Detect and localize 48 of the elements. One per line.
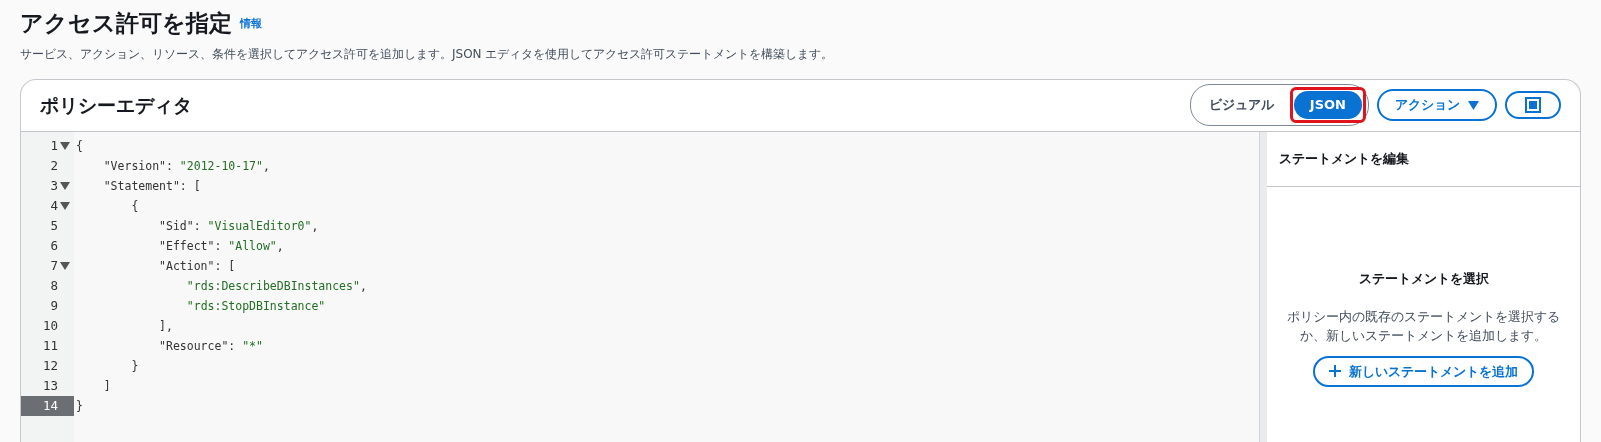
- fold-toggle-icon[interactable]: [60, 201, 70, 210]
- fold-toggle-icon[interactable]: [60, 181, 70, 190]
- line-number: 7: [50, 256, 58, 275]
- code-line: }: [76, 398, 83, 413]
- mode-toggle-button[interactable]: ビジュアル: [1192, 91, 1290, 119]
- line-number: 13: [42, 376, 58, 395]
- editor-title: ポリシーエディタ: [40, 93, 192, 117]
- line-number: 1: [50, 136, 58, 155]
- code-line: "Action": [: [158, 258, 236, 273]
- line-number: 8: [50, 276, 58, 295]
- code-editor[interactable]: { "Version": "2012-10-17", "Statement": [ { "Sid": "VisualEditor0", "Effect": "Allow", "Action": [ "rds:DescribeDBInstances", "rds:StopDBInstance" ], "Resource": "*" } ] }: [74, 131, 1259, 442]
- empty-state-title: ステートメントを選択: [1357, 270, 1490, 287]
- code-line: "Statement": [: [102, 178, 201, 193]
- panel-title: ステートメントを編集: [1279, 149, 1409, 168]
- actions-dropdown-button[interactable]: アクション: [1377, 89, 1497, 121]
- code-line: ]: [102, 378, 111, 393]
- line-number: 2: [50, 156, 58, 175]
- fullscreen-icon: [1525, 97, 1541, 114]
- code-line: {: [76, 138, 83, 153]
- line-number: 9: [50, 296, 58, 315]
- fold-toggle-icon[interactable]: [60, 141, 70, 150]
- fold-toggle-icon[interactable]: [60, 261, 70, 270]
- line-number: 3: [50, 176, 58, 195]
- plus-icon: [1329, 365, 1341, 378]
- line-number: 10: [42, 316, 58, 335]
- page-title: アクセス許可を指定: [20, 10, 232, 38]
- info-link[interactable]: 情報: [240, 15, 262, 33]
- code-line: ],: [158, 318, 173, 333]
- code-line: "Resource": "*": [158, 338, 263, 353]
- mode-toggle-button[interactable]: JSON: [1293, 91, 1362, 119]
- empty-state-text: ポリシー内の既存のステートメントを選択するか、新しいステートメントを追加します。: [1286, 308, 1561, 345]
- line-number: 6: [50, 236, 58, 255]
- fullscreen-button[interactable]: [1505, 91, 1561, 120]
- code-line: "Effect": "Allow",: [158, 238, 284, 253]
- page-description: サービス、アクション、リソース、条件を選択してアクセス許可を追加します。JSON エディタを使用してアクセス許可ステートメントを構築します。: [20, 45, 835, 63]
- add-statement-button[interactable]: 新しいステートメントを追加: [1313, 355, 1534, 388]
- code-line: "rds:DescribeDBInstances",: [185, 278, 367, 293]
- code-line: "rds:StopDBInstance": [185, 298, 326, 313]
- code-line: {: [130, 198, 139, 213]
- line-number: 14: [42, 396, 58, 415]
- line-number: 11: [42, 336, 58, 355]
- code-line: "Version": "2012-10-17",: [102, 158, 270, 173]
- line-number: 5: [50, 216, 58, 235]
- code-line: }: [130, 358, 139, 373]
- line-number: 12: [42, 356, 58, 375]
- caret-down-icon: [1468, 100, 1479, 110]
- code-line: "Sid": "VisualEditor0",: [158, 218, 319, 233]
- line-number: 4: [50, 196, 58, 215]
